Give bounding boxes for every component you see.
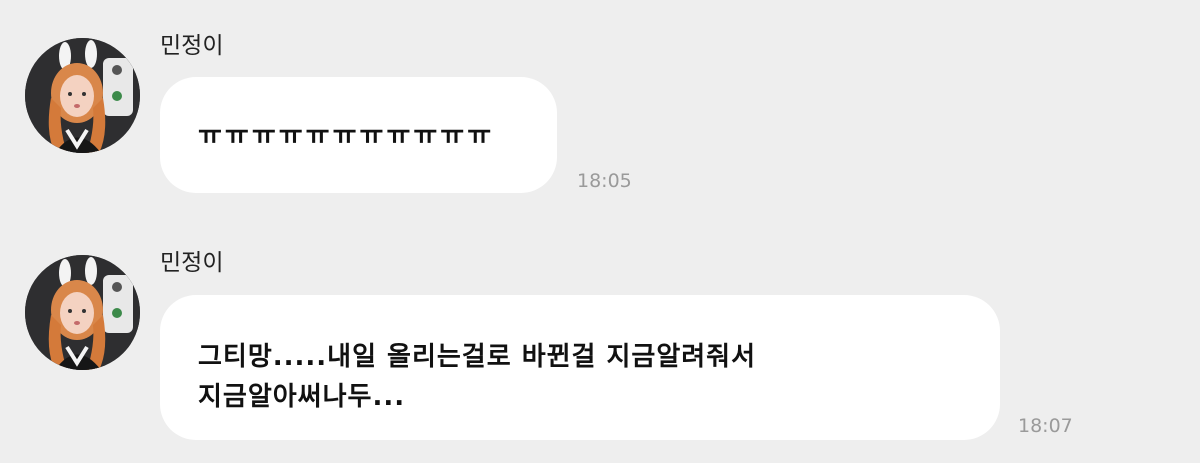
- profile-photo: [25, 38, 140, 153]
- message-group: 민정이 ㅠㅠㅠㅠㅠㅠㅠㅠㅠㅠㅠ 18:05: [0, 0, 1200, 230]
- message-group: 민정이 그티망.....내일 올리는걸로 바뀐걸 지금알려줘서 지금알아써나두.…: [0, 217, 1200, 463]
- message-text: ㅠㅠㅠㅠㅠㅠㅠㅠㅠㅠㅠ: [198, 121, 495, 151]
- avatar[interactable]: [25, 255, 140, 370]
- message-bubble[interactable]: 그티망.....내일 올리는걸로 바뀐걸 지금알려줘서 지금알아써나두...: [160, 295, 1000, 440]
- message-time: 18:05: [577, 170, 632, 192]
- message-time: 18:07: [1018, 415, 1073, 437]
- sender-name: 민정이: [160, 33, 224, 59]
- message-bubble[interactable]: ㅠㅠㅠㅠㅠㅠㅠㅠㅠㅠㅠ: [160, 77, 557, 193]
- message-text: 그티망.....내일 올리는걸로 바뀐걸 지금알려줘서 지금알아써나두...: [198, 342, 757, 412]
- profile-photo: [25, 255, 140, 370]
- sender-name: 민정이: [160, 250, 224, 276]
- avatar[interactable]: [25, 38, 140, 153]
